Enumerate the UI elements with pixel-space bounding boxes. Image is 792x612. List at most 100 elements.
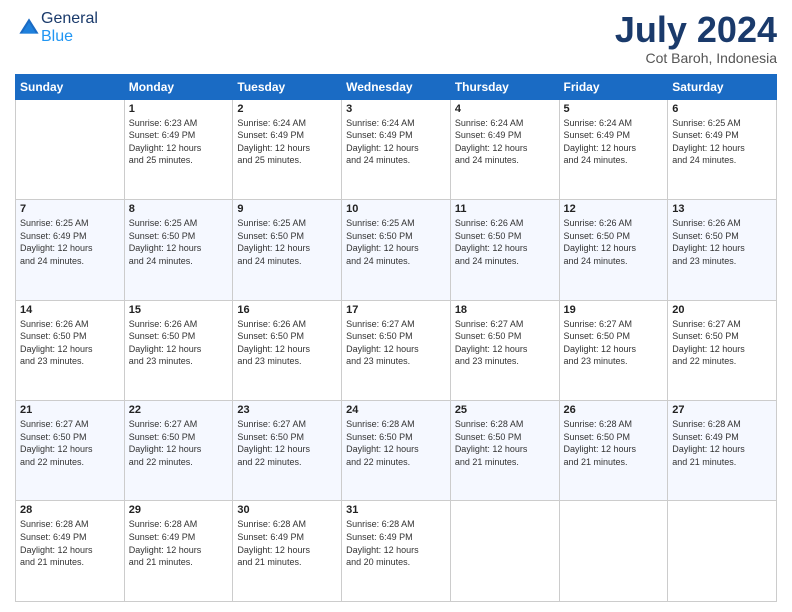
calendar-week-row: 21Sunrise: 6:27 AM Sunset: 6:50 PM Dayli… xyxy=(16,401,777,501)
day-number: 28 xyxy=(20,504,120,516)
day-info: Sunrise: 6:23 AM Sunset: 6:49 PM Dayligh… xyxy=(129,117,229,167)
table-row: 13 Sunrise: 6:26 AM Sunset: 6:50 PM Dayli… xyxy=(668,200,777,300)
month-title: July 2024 xyxy=(615,10,777,50)
day-info: Sunrise: 6:27 AM Sunset: 6:50 PM Dayligh… xyxy=(346,318,446,368)
calendar-week-row: 28 Sunrise: 6:28 AM Sunset: 6:49 PM Dayli… xyxy=(16,501,777,602)
table-row: 27 Sunrise: 6:28 AM Sunset: 6:49 PM Dayli… xyxy=(668,401,777,501)
table-row: 3 Sunrise: 6:24 AM Sunset: 6:49 PM Daylig… xyxy=(342,99,451,199)
table-row: 30 Sunrise: 6:28 AM Sunset: 6:49 PM Dayli… xyxy=(233,501,342,602)
day-info: Sunrise: 6:26 AM Sunset: 6:50 PM Dayligh… xyxy=(564,217,664,267)
table-row: 8 Sunrise: 6:25 AM Sunset: 6:50 PM Daylig… xyxy=(124,200,233,300)
table-row: 5 Sunrise: 6:24 AM Sunset: 6:49 PM Daylig… xyxy=(559,99,668,199)
day-info: Sunrise: 6:24 AM Sunset: 6:49 PM Dayligh… xyxy=(346,117,446,167)
day-info: Sunrise: 6:28 AM Sunset: 6:49 PM Dayligh… xyxy=(346,518,446,568)
table-row: 24Sunrise: 6:28 AM Sunset: 6:50 PM Dayli… xyxy=(342,401,451,501)
day-number: 5 xyxy=(564,103,664,115)
day-info: Sunrise: 6:27 AM Sunset: 6:50 PM Dayligh… xyxy=(672,318,772,368)
day-info: Sunrise: 6:26 AM Sunset: 6:50 PM Dayligh… xyxy=(672,217,772,267)
table-row: 12 Sunrise: 6:26 AM Sunset: 6:50 PM Dayli… xyxy=(559,200,668,300)
location: Cot Baroh, Indonesia xyxy=(615,50,777,66)
col-saturday: Saturday xyxy=(668,74,777,99)
table-row: 22Sunrise: 6:27 AM Sunset: 6:50 PM Dayli… xyxy=(124,401,233,501)
day-number: 25 xyxy=(455,404,555,416)
calendar-week-row: 1 Sunrise: 6:23 AM Sunset: 6:49 PM Daylig… xyxy=(16,99,777,199)
day-number: 18 xyxy=(455,304,555,316)
table-row: 6Sunrise: 6:25 AM Sunset: 6:49 PM Daylig… xyxy=(668,99,777,199)
col-tuesday: Tuesday xyxy=(233,74,342,99)
day-info: Sunrise: 6:27 AM Sunset: 6:50 PM Dayligh… xyxy=(455,318,555,368)
day-number: 15 xyxy=(129,304,229,316)
day-info: Sunrise: 6:28 AM Sunset: 6:50 PM Dayligh… xyxy=(455,418,555,468)
day-info: Sunrise: 6:28 AM Sunset: 6:49 PM Dayligh… xyxy=(237,518,337,568)
day-info: Sunrise: 6:24 AM Sunset: 6:49 PM Dayligh… xyxy=(564,117,664,167)
calendar-week-row: 7Sunrise: 6:25 AM Sunset: 6:49 PM Daylig… xyxy=(16,200,777,300)
day-info: Sunrise: 6:27 AM Sunset: 6:50 PM Dayligh… xyxy=(564,318,664,368)
day-number: 27 xyxy=(672,404,772,416)
day-number: 3 xyxy=(346,103,446,115)
day-number: 7 xyxy=(20,203,120,215)
day-number: 19 xyxy=(564,304,664,316)
table-row: 10 Sunrise: 6:25 AM Sunset: 6:50 PM Dayli… xyxy=(342,200,451,300)
day-number: 23 xyxy=(237,404,337,416)
day-number: 26 xyxy=(564,404,664,416)
day-number: 30 xyxy=(237,504,337,516)
table-row xyxy=(668,501,777,602)
day-info: Sunrise: 6:28 AM Sunset: 6:49 PM Dayligh… xyxy=(672,418,772,468)
day-number: 8 xyxy=(129,203,229,215)
calendar-table: Sunday Monday Tuesday Wednesday Thursday… xyxy=(15,74,777,602)
day-number: 29 xyxy=(129,504,229,516)
day-number: 20 xyxy=(672,304,772,316)
calendar-week-row: 14 Sunrise: 6:26 AM Sunset: 6:50 PM Dayli… xyxy=(16,300,777,400)
logo-general-text: General xyxy=(41,10,98,27)
day-info: Sunrise: 6:28 AM Sunset: 6:49 PM Dayligh… xyxy=(129,518,229,568)
day-number: 12 xyxy=(564,203,664,215)
header: General Blue July 2024 Cot Baroh, Indone… xyxy=(15,10,777,66)
day-number: 10 xyxy=(346,203,446,215)
day-number: 4 xyxy=(455,103,555,115)
day-number: 13 xyxy=(672,203,772,215)
day-number: 31 xyxy=(346,504,446,516)
col-thursday: Thursday xyxy=(450,74,559,99)
col-wednesday: Wednesday xyxy=(342,74,451,99)
day-number: 14 xyxy=(20,304,120,316)
logo: General Blue xyxy=(15,10,98,46)
table-row: 31 Sunrise: 6:28 AM Sunset: 6:49 PM Dayli… xyxy=(342,501,451,602)
logo-icon xyxy=(17,16,41,40)
col-sunday: Sunday xyxy=(16,74,125,99)
day-number: 2 xyxy=(237,103,337,115)
day-number: 1 xyxy=(129,103,229,115)
table-row xyxy=(559,501,668,602)
day-info: Sunrise: 6:25 AM Sunset: 6:50 PM Dayligh… xyxy=(129,217,229,267)
table-row: 7Sunrise: 6:25 AM Sunset: 6:49 PM Daylig… xyxy=(16,200,125,300)
day-info: Sunrise: 6:24 AM Sunset: 6:49 PM Dayligh… xyxy=(455,117,555,167)
table-row xyxy=(450,501,559,602)
table-row: 17 Sunrise: 6:27 AM Sunset: 6:50 PM Dayli… xyxy=(342,300,451,400)
day-info: Sunrise: 6:24 AM Sunset: 6:49 PM Dayligh… xyxy=(237,117,337,167)
table-row xyxy=(16,99,125,199)
day-info: Sunrise: 6:28 AM Sunset: 6:50 PM Dayligh… xyxy=(346,418,446,468)
day-number: 11 xyxy=(455,203,555,215)
day-number: 22 xyxy=(129,404,229,416)
day-info: Sunrise: 6:27 AM Sunset: 6:50 PM Dayligh… xyxy=(237,418,337,468)
day-info: Sunrise: 6:25 AM Sunset: 6:50 PM Dayligh… xyxy=(346,217,446,267)
table-row: 16 Sunrise: 6:26 AM Sunset: 6:50 PM Dayli… xyxy=(233,300,342,400)
table-row: 18 Sunrise: 6:27 AM Sunset: 6:50 PM Dayli… xyxy=(450,300,559,400)
day-number: 16 xyxy=(237,304,337,316)
table-row: 9Sunrise: 6:25 AM Sunset: 6:50 PM Daylig… xyxy=(233,200,342,300)
table-row: 14 Sunrise: 6:26 AM Sunset: 6:50 PM Dayli… xyxy=(16,300,125,400)
table-row: 2 Sunrise: 6:24 AM Sunset: 6:49 PM Daylig… xyxy=(233,99,342,199)
day-number: 17 xyxy=(346,304,446,316)
table-row: 11Sunrise: 6:26 AM Sunset: 6:50 PM Dayli… xyxy=(450,200,559,300)
col-monday: Monday xyxy=(124,74,233,99)
day-info: Sunrise: 6:26 AM Sunset: 6:50 PM Dayligh… xyxy=(20,318,120,368)
table-row: 4 Sunrise: 6:24 AM Sunset: 6:49 PM Daylig… xyxy=(450,99,559,199)
day-info: Sunrise: 6:26 AM Sunset: 6:50 PM Dayligh… xyxy=(237,318,337,368)
logo-blue-text: Blue xyxy=(41,28,73,45)
day-info: Sunrise: 6:25 AM Sunset: 6:50 PM Dayligh… xyxy=(237,217,337,267)
table-row: 21Sunrise: 6:27 AM Sunset: 6:50 PM Dayli… xyxy=(16,401,125,501)
day-number: 6 xyxy=(672,103,772,115)
day-info: Sunrise: 6:28 AM Sunset: 6:50 PM Dayligh… xyxy=(564,418,664,468)
table-row: 20 Sunrise: 6:27 AM Sunset: 6:50 PM Dayli… xyxy=(668,300,777,400)
table-row: 23 Sunrise: 6:27 AM Sunset: 6:50 PM Dayli… xyxy=(233,401,342,501)
day-info: Sunrise: 6:26 AM Sunset: 6:50 PM Dayligh… xyxy=(129,318,229,368)
